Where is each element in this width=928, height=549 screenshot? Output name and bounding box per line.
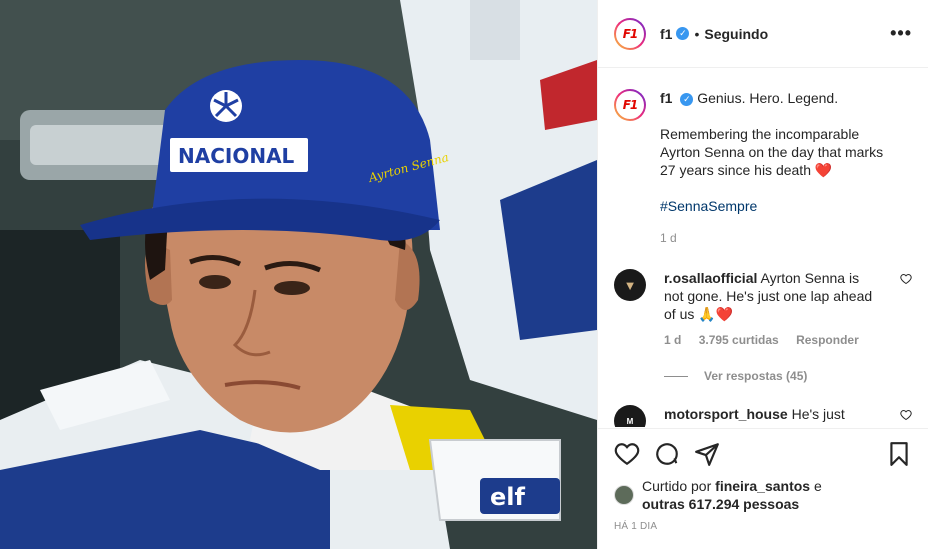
comment-username[interactable]: motorsport_house <box>664 406 788 422</box>
comments-list[interactable]: F1 f1 ✓ Genius. Hero. Legend. Rememberin… <box>598 69 928 427</box>
more-options-icon[interactable]: ••• <box>890 23 912 44</box>
commenter-avatar[interactable]: M <box>614 405 646 427</box>
share-paper-plane-icon[interactable] <box>694 441 720 467</box>
replies-line <box>664 375 688 377</box>
f1-logo-icon: F1 <box>622 98 639 112</box>
liked-by-conj: e <box>813 478 822 494</box>
comment-likes-count[interactable]: 3.795 curtidas <box>699 333 779 347</box>
others-likes-count[interactable]: outras 617.294 pessoas <box>642 496 799 512</box>
comment-like-heart-icon[interactable] <box>900 409 912 421</box>
comment-item: M motorsport_house He's just <box>614 405 912 427</box>
view-replies-label: Ver respostas (45) <box>704 369 808 383</box>
comment-text: He's just <box>791 406 845 422</box>
post-photo[interactable]: elf NACIONAL Ayrton Senna <box>0 0 597 549</box>
f1-logo-icon: F1 <box>622 26 639 41</box>
post-header: F1 f1 ✓ • Seguindo ••• <box>598 0 928 68</box>
like-heart-icon[interactable] <box>614 441 640 467</box>
comment-age: 1 d <box>664 333 682 347</box>
comment-meta: 1 d 3.795 curtidas Responder <box>664 333 912 347</box>
liked-by-prefix: Curtido por <box>642 478 712 494</box>
separator-dot: • <box>694 25 700 42</box>
save-bookmark-icon[interactable] <box>886 441 912 467</box>
following-button[interactable]: Seguindo <box>704 26 768 42</box>
post-timestamp[interactable]: HÁ 1 DIA <box>614 521 912 532</box>
f1-avatar[interactable]: F1 <box>614 17 646 50</box>
liked-by-row: Curtido por fineira_santos e outras 617.… <box>614 477 912 513</box>
post-actions: Curtido por fineira_santos e outras 617.… <box>598 428 928 532</box>
caption-avatar[interactable]: F1 <box>614 89 646 121</box>
elf-sponsor-text: elf <box>490 483 526 511</box>
action-icons-row <box>614 439 912 469</box>
caption-age: 1 d <box>660 231 677 245</box>
comment-bubble-icon[interactable] <box>654 441 680 467</box>
caption-username[interactable]: f1 <box>660 90 672 106</box>
liker-avatar[interactable] <box>614 485 634 505</box>
caption: F1 f1 ✓ Genius. Hero. Legend. Rememberin… <box>614 69 912 247</box>
caption-body: Remembering the incomparable Ayrton Senn… <box>660 126 884 178</box>
liker-username[interactable]: fineira_santos <box>715 478 810 494</box>
reply-button[interactable]: Responder <box>796 333 859 347</box>
view-replies-button[interactable]: Ver respostas (45) <box>664 369 912 383</box>
nacional-cap-text: NACIONAL <box>178 144 295 168</box>
caption-hashtag[interactable]: #SennaSempre <box>660 197 898 215</box>
caption-first-line: Genius. Hero. Legend. <box>697 90 839 106</box>
instagram-post-view: elf NACIONAL Ayrton Senna F1 f1 ✓ • Segu… <box>0 0 928 549</box>
comment-like-heart-icon[interactable] <box>900 273 912 285</box>
comment-item: ▼ r.osallaofficial Ayrton Senna is not g… <box>614 269 912 323</box>
post-side-panel: F1 f1 ✓ • Seguindo ••• F1 f1 ✓ Genius. H… <box>597 0 928 549</box>
commenter-avatar[interactable]: ▼ <box>614 269 646 301</box>
verified-badge-icon: ✓ <box>680 92 694 106</box>
senna-portrait-illustration: elf NACIONAL Ayrton Senna <box>0 0 597 549</box>
comment-username[interactable]: r.osallaofficial <box>664 270 757 286</box>
verified-badge-icon: ✓ <box>676 27 690 40</box>
header-username[interactable]: f1 <box>660 26 672 42</box>
